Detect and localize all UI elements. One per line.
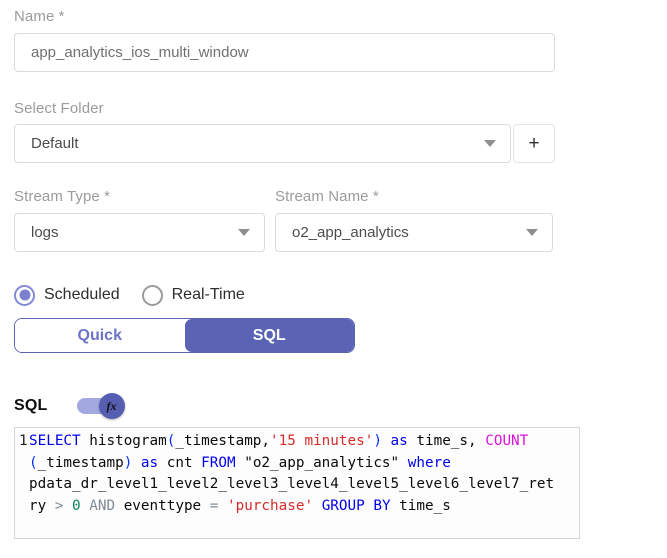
folder-select-value: Default <box>31 135 79 152</box>
chevron-down-icon <box>238 229 250 236</box>
line-number <box>19 496 29 518</box>
radio-real-time[interactable]: Real-Time <box>141 284 245 306</box>
stream-type-select-value: logs <box>31 224 59 241</box>
function-toggle[interactable]: fx <box>76 393 125 419</box>
folder-select[interactable]: Default <box>14 124 511 163</box>
stream-name-label: Stream Name * <box>275 188 379 205</box>
stream-type-label: Stream Type * <box>14 188 111 205</box>
code-line: (_timestamp) as cnt FROM "o2_app_analyti… <box>19 453 577 475</box>
fx-icon: fx <box>98 393 125 419</box>
code-line: 1 SELECT histogram(_timestamp,'15 minutes… <box>19 431 577 453</box>
sql-section-header: SQL fx <box>14 393 125 419</box>
stream-type-select[interactable]: logs <box>14 213 265 252</box>
alert-mode-radio-group: Scheduled Real-Time <box>14 281 267 309</box>
chevron-down-icon <box>484 140 496 147</box>
line-number: 1 <box>19 433 28 449</box>
code-text: pdata_dr_level1_level2_level3_level4_lev… <box>29 476 555 492</box>
stream-name-select[interactable]: o2_app_analytics <box>275 213 553 252</box>
code-line: ry > 0 AND eventtype = 'purchase' GROUP … <box>19 496 577 518</box>
sql-section-title: SQL <box>14 397 48 414</box>
line-number <box>19 474 29 496</box>
chevron-down-icon <box>526 229 538 236</box>
code-text: SELECT histogram(_timestamp,'15 minutes'… <box>29 433 529 449</box>
radio-unselected-icon <box>141 284 163 306</box>
radio-real-time-label: Real-Time <box>171 286 245 303</box>
alert-form-page: Name * Select Folder Default + Stream Ty… <box>0 0 667 558</box>
sql-query-editor[interactable]: 1 SELECT histogram(_timestamp,'15 minutes… <box>14 427 580 539</box>
name-input[interactable] <box>14 33 555 72</box>
tab-sql[interactable]: SQL <box>184 319 354 352</box>
query-mode-tab-group: Quick SQL <box>14 318 355 353</box>
folder-label: Select Folder <box>14 100 104 117</box>
add-folder-button[interactable]: + <box>513 124 555 163</box>
code-line: pdata_dr_level1_level2_level3_level4_lev… <box>19 474 577 496</box>
name-label: Name * <box>14 8 65 25</box>
stream-name-select-value: o2_app_analytics <box>292 224 409 241</box>
radio-scheduled-label: Scheduled <box>44 286 120 303</box>
radio-scheduled[interactable]: Scheduled <box>14 284 120 306</box>
code-text: (_timestamp) as cnt FROM "o2_app_analyti… <box>29 454 451 471</box>
code-text: ry > 0 AND eventtype = 'purchase' GROUP … <box>29 497 451 514</box>
line-number <box>19 453 29 475</box>
tab-quick[interactable]: Quick <box>15 319 185 352</box>
radio-selected-icon <box>14 284 35 306</box>
